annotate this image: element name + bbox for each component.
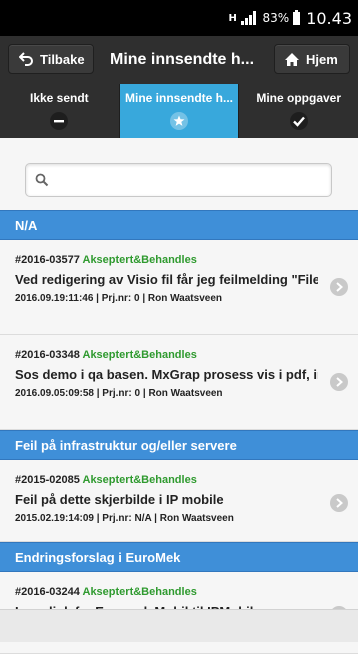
status-bar: H 83% 10.43: [0, 0, 358, 36]
list-item[interactable]: #2016-03348 Akseptert&Behandles Sos demo…: [0, 335, 358, 430]
status-label: Akseptert&Behandles: [82, 254, 197, 266]
list-item[interactable]: #2015-02085 Akseptert&Behandles Feil på …: [0, 460, 358, 542]
home-button[interactable]: Hjem: [274, 44, 350, 74]
back-button-label: Tilbake: [40, 51, 85, 67]
tab-label: Mine oppgaver: [256, 91, 342, 105]
network-type: H: [228, 12, 237, 24]
list-item[interactable]: #2016-03577 Akseptert&Behandles Ved redi…: [0, 240, 358, 335]
check-icon: [289, 112, 308, 130]
tab-mine-innsendte[interactable]: Mine innsendte h...: [119, 84, 240, 138]
request-list: N/A #2016-03577 Akseptert&Behandles Ved …: [0, 210, 358, 654]
footer-bar: [0, 609, 358, 642]
nav-tabs: Ikke sendt Mine innsendte h... Mine oppg…: [0, 84, 358, 138]
request-meta: 2015.02.19:14:09 | Prj.nr: N/A | Ron Waa…: [15, 513, 234, 524]
request-id: #2015-02085: [15, 474, 80, 486]
request-subject: Feil på dette skjerbilde i IP mobile: [15, 492, 224, 507]
chevron-right-icon: [330, 373, 348, 391]
battery-percent: 83%: [262, 11, 290, 25]
request-meta: 2016.09.05:09:58 | Prj.nr: 0 | Ron Waats…: [15, 388, 223, 399]
section-header: Endringsforslag i EuroMek: [0, 542, 358, 572]
signal-icon: [240, 11, 257, 25]
status-label: Akseptert&Behandles: [82, 349, 197, 361]
header-bar: Tilbake Mine innsendte h... Hjem: [0, 36, 358, 85]
request-subject: Sos demo i qa basen. MxGrap prosess vis …: [15, 367, 318, 382]
tab-ikke-sendt[interactable]: Ikke sendt: [0, 84, 120, 138]
back-button[interactable]: Tilbake: [8, 44, 94, 74]
back-arrow-icon: [19, 52, 33, 66]
battery-icon: [293, 9, 301, 25]
request-meta: 2016.09.19:11:46 | Prj.nr: 0 | Ron Waats…: [15, 293, 222, 304]
section-header: Feil på infrastruktur og/eller servere: [0, 430, 358, 460]
home-button-label: Hjem: [306, 51, 338, 67]
request-subject: Ved redigering av Visio fil får jeg feil…: [15, 272, 318, 287]
clock: 10.43: [306, 8, 352, 28]
search-box[interactable]: [25, 163, 332, 198]
status-label: Akseptert&Behandles: [82, 586, 197, 598]
home-icon: [285, 52, 299, 66]
tab-mine-oppgaver[interactable]: Mine oppgaver: [239, 84, 358, 138]
star-icon: [170, 112, 188, 130]
search-input[interactable]: [56, 164, 330, 198]
page-title: Mine innsendte h...: [110, 51, 255, 68]
status-label: Akseptert&Behandles: [82, 474, 197, 486]
request-id: #2016-03348: [15, 349, 80, 361]
chevron-right-icon: [330, 278, 348, 296]
tab-label: Mine innsendte h...: [125, 91, 234, 105]
tab-label: Ikke sendt: [29, 91, 89, 105]
request-id: #2016-03244: [15, 586, 80, 598]
section-header: N/A: [0, 210, 358, 240]
request-id: #2016-03577: [15, 254, 80, 266]
chevron-right-icon: [330, 494, 348, 512]
minus-icon: [50, 112, 69, 130]
